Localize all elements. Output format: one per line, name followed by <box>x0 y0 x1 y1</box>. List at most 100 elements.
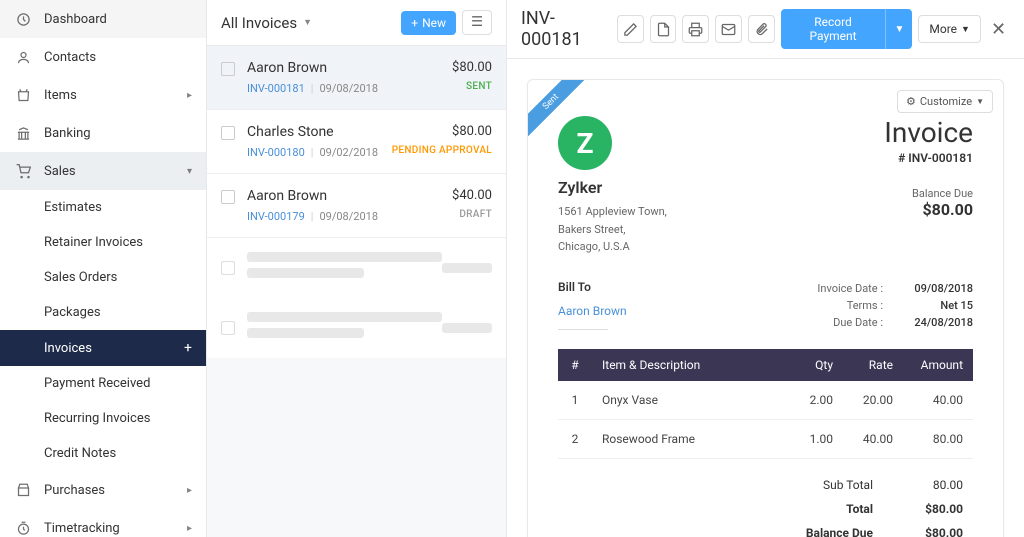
sidebar-label: Invoices <box>44 341 92 356</box>
print-button[interactable] <box>682 15 709 43</box>
email-button[interactable] <box>715 15 742 43</box>
sidebar-sub-invoices[interactable]: Invoices + <box>0 330 206 366</box>
invoice-row[interactable]: Aaron BrownINV-000179|09/08/2018$40.00DR… <box>207 174 506 238</box>
due-date-value: 24/08/2018 <box>903 316 973 329</box>
sidebar-label: Dashboard <box>44 12 107 27</box>
new-button-label: New <box>422 16 446 30</box>
sidebar-sub-credit[interactable]: Credit Notes <box>0 436 206 471</box>
line-qty: 1.00 <box>793 419 843 458</box>
invoice-row[interactable]: Charles StoneINV-000180|09/02/2018$80.00… <box>207 110 506 174</box>
invoice-list: Aaron BrownINV-000181|09/08/2018$80.00SE… <box>207 46 506 238</box>
detail-body: Sent ⚙ Customize ▼ Z Zylker 1561 Applevi… <box>507 59 1024 537</box>
gear-icon: ⚙ <box>906 95 916 108</box>
sidebar-label: Contacts <box>44 50 96 65</box>
line-rate: 20.00 <box>843 381 903 420</box>
close-button[interactable]: ✕ <box>987 19 1010 40</box>
row-checkbox[interactable] <box>221 190 235 204</box>
sidebar-item-items[interactable]: Items ▸ <box>0 76 206 114</box>
line-item-row: 1Onyx Vase2.0020.0040.00 <box>558 381 973 420</box>
sidebar-sub-salesorders[interactable]: Sales Orders <box>0 260 206 295</box>
sidebar: Dashboard Contacts Items ▸ Banking Sales… <box>0 0 207 537</box>
row-status: DRAFT <box>452 209 492 220</box>
total-value: $80.00 <box>903 502 963 516</box>
balance-due-amount: $80.00 <box>884 200 973 219</box>
col-number: # <box>558 349 592 381</box>
row-invoice-number: INV-000181 <box>247 82 305 95</box>
sales-icon <box>14 162 32 180</box>
caret-down-icon: ▼ <box>961 24 970 35</box>
line-description: Rosewood Frame <box>592 419 793 458</box>
row-checkbox[interactable] <box>221 126 235 140</box>
sidebar-sub-retainer[interactable]: Retainer Invoices <box>0 225 206 260</box>
plus-icon[interactable]: + <box>184 340 192 356</box>
chevron-right-icon: ▸ <box>187 485 192 496</box>
pdf-button[interactable] <box>650 15 677 43</box>
row-checkbox[interactable] <box>221 62 235 76</box>
list-title-label: All Invoices <box>221 14 297 32</box>
list-filter-dropdown[interactable]: All Invoices ▼ <box>221 14 312 32</box>
invoice-heading-block: Invoice # INV-000181 Balance Due $80.00 <box>884 116 973 256</box>
invoice-card: Sent ⚙ Customize ▼ Z Zylker 1561 Applevi… <box>527 79 1004 537</box>
sidebar-sub-estimates[interactable]: Estimates <box>0 190 206 225</box>
line-number: 2 <box>558 419 592 458</box>
row-date: 09/08/2018 <box>319 210 378 223</box>
line-number: 1 <box>558 381 592 420</box>
line-rate: 40.00 <box>843 419 903 458</box>
invoice-row[interactable]: Aaron BrownINV-000181|09/08/2018$80.00SE… <box>207 46 506 110</box>
row-date: 09/08/2018 <box>319 82 378 95</box>
balance-due-label: Balance Due <box>884 187 973 200</box>
caret-down-icon: ▼ <box>976 97 984 106</box>
more-label: More <box>929 22 957 36</box>
sidebar-label: Timetracking <box>44 521 120 536</box>
bill-to-customer-link[interactable]: Aaron Brown <box>558 304 627 318</box>
sidebar-label: Purchases <box>44 483 105 498</box>
sidebar-item-purchases[interactable]: Purchases ▸ <box>0 471 206 509</box>
row-status: PENDING APPROVAL <box>392 145 492 156</box>
line-amount: 40.00 <box>903 381 973 420</box>
row-amount: $80.00 <box>452 60 492 75</box>
customize-label: Customize <box>920 95 972 108</box>
invoice-number: # INV-000181 <box>884 151 973 165</box>
sidebar-item-contacts[interactable]: Contacts <box>0 38 206 76</box>
sidebar-sub-packages[interactable]: Packages <box>0 295 206 330</box>
sidebar-sub-recurring[interactable]: Recurring Invoices <box>0 401 206 436</box>
sidebar-sub-payment[interactable]: Payment Received <box>0 366 206 401</box>
detail-header: INV-000181 Record Payment ▼ More ▼ ✕ <box>507 0 1024 59</box>
list-header: All Invoices ▼ + New ☰ <box>207 0 506 46</box>
line-amount: 80.00 <box>903 419 973 458</box>
new-button[interactable]: + New <box>401 11 456 35</box>
sidebar-item-banking[interactable]: Banking <box>0 114 206 152</box>
row-date: 09/02/2018 <box>319 146 378 159</box>
company-address: 1561 Appleview Town, Bakers Street, Chic… <box>558 203 667 256</box>
col-rate: Rate <box>843 349 903 381</box>
placeholder-row <box>207 298 506 358</box>
plus-icon: + <box>411 16 418 30</box>
record-payment-dropdown[interactable]: ▼ <box>885 9 912 49</box>
edit-button[interactable] <box>617 15 644 43</box>
chevron-right-icon: ▸ <box>187 90 192 101</box>
company-name: Zylker <box>558 178 667 197</box>
sidebar-item-dashboard[interactable]: Dashboard <box>0 0 206 38</box>
timetracking-icon <box>14 519 32 537</box>
customize-button[interactable]: ⚙ Customize ▼ <box>897 90 993 113</box>
invoice-meta-table: Invoice Date : 09/08/2018 Terms : Net 15… <box>817 280 973 331</box>
invoice-list-panel: All Invoices ▼ + New ☰ Aaron BrownINV-00… <box>207 0 507 537</box>
sidebar-item-timetracking[interactable]: Timetracking ▸ <box>0 509 206 537</box>
items-icon <box>14 86 32 104</box>
attach-button[interactable] <box>748 15 775 43</box>
col-amount: Amount <box>903 349 973 381</box>
ribbon-label: Sent <box>528 80 588 139</box>
more-button[interactable]: More ▼ <box>918 15 981 43</box>
list-view-button[interactable]: ☰ <box>462 10 492 35</box>
row-invoice-number: INV-000180 <box>247 146 305 159</box>
bill-to-block: Bill To Aaron Brown <box>558 280 627 331</box>
line-description: Onyx Vase <box>592 381 793 420</box>
invoice-detail-panel: INV-000181 Record Payment ▼ More ▼ ✕ Sen… <box>507 0 1024 537</box>
record-payment-button[interactable]: Record Payment <box>781 9 886 49</box>
caret-down-icon: ▼ <box>303 17 312 28</box>
invoice-date-label: Invoice Date : <box>817 282 883 295</box>
sidebar-label: Sales <box>44 164 76 179</box>
placeholder-row <box>207 238 506 298</box>
sidebar-item-sales[interactable]: Sales ▾ <box>0 152 206 190</box>
status-ribbon: Sent <box>528 80 588 140</box>
